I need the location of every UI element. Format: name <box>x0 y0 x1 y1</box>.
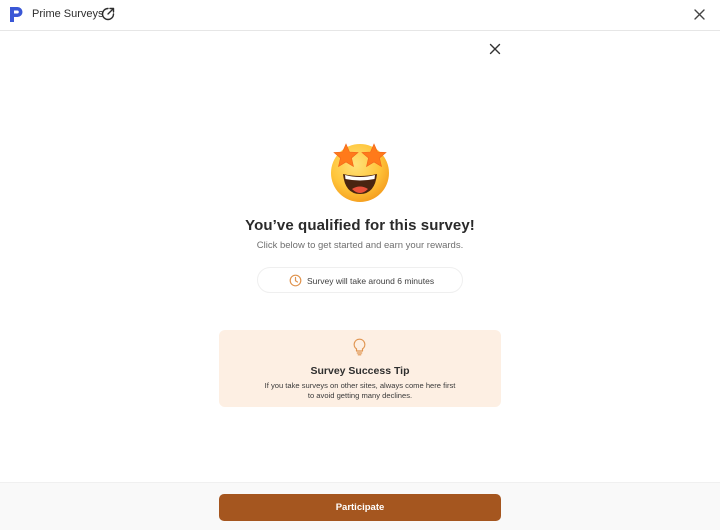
participate-button[interactable]: Participate <box>219 494 501 521</box>
footer-bar: Participate <box>0 482 720 530</box>
tip-text-line-1: If you take surveys on other sites, alwa… <box>264 381 456 390</box>
qualified-headline: You’ve qualified for this survey! <box>245 217 475 234</box>
star-struck-emoji-icon <box>331 143 389 202</box>
window-close-icon[interactable] <box>693 8 706 21</box>
time-estimate-text: Survey will take around 6 minutes <box>307 276 435 286</box>
lightbulb-icon <box>353 338 366 356</box>
time-estimate-pill: Survey will take around 6 minutes <box>257 267 463 293</box>
top-bar: Prime Surveys <box>0 0 720 31</box>
tip-text-line-2: to avoid getting many declines. <box>307 391 413 400</box>
qualified-subline: Click below to get started and earn your… <box>256 240 464 251</box>
clock-icon <box>289 274 302 287</box>
dialog-close-icon[interactable] <box>489 43 501 55</box>
external-link-icon[interactable] <box>101 7 115 21</box>
p-logo-icon <box>10 7 23 22</box>
app-title: Prime Surveys <box>32 8 104 20</box>
tip-title: Survey Success Tip <box>310 365 410 377</box>
survey-tip-card: Survey Success Tip If you take surveys o… <box>219 330 501 407</box>
